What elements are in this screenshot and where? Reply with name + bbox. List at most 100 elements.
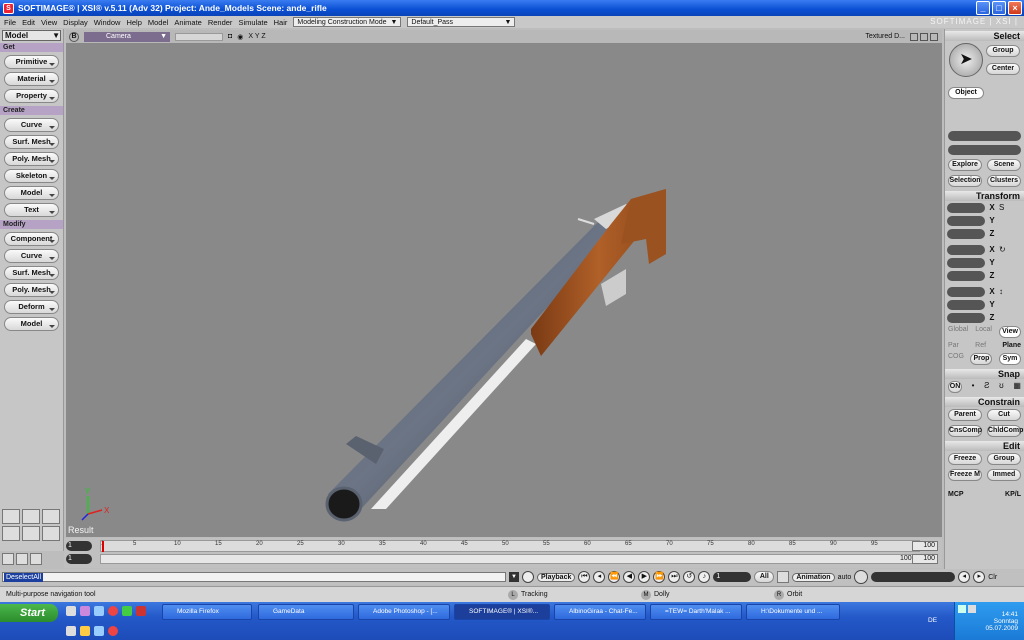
animation-label[interactable]: Animation xyxy=(792,572,835,582)
prop-toggle[interactable]: Prop xyxy=(970,353,993,365)
selection-button[interactable]: Selection xyxy=(948,175,982,187)
object-select-button[interactable]: Object xyxy=(948,87,984,99)
primitive-button[interactable]: Primitive xyxy=(4,55,59,69)
freeze-modeling-button[interactable]: Freeze M xyxy=(948,469,982,481)
immed-button[interactable]: Immed xyxy=(987,469,1021,481)
plane-toggle[interactable]: Plane xyxy=(1002,342,1021,349)
edit-group-button[interactable]: Group xyxy=(987,453,1021,465)
kpl-tab[interactable]: KP/L xyxy=(1005,491,1021,498)
menu-view[interactable]: View xyxy=(41,18,57,27)
layout-horizontal-icon[interactable] xyxy=(2,526,20,541)
play-icon[interactable]: ▶ xyxy=(638,571,651,583)
modify-model-button[interactable]: Model xyxy=(4,317,59,331)
quicklaunch-icon-3[interactable] xyxy=(94,606,104,616)
camera-icon[interactable]: ◘ xyxy=(228,33,232,40)
parent-button[interactable]: Parent xyxy=(948,409,982,421)
loop-icon[interactable]: ↺ xyxy=(683,571,696,583)
menu-edit[interactable]: Edit xyxy=(22,18,35,27)
taskbar-tew[interactable]: =TEW= Darth'Malak ... xyxy=(650,604,742,620)
next-keyframe-icon[interactable]: ▸ xyxy=(973,571,986,583)
command-line[interactable]: DeselectAll xyxy=(2,572,506,582)
global-toggle[interactable]: Global xyxy=(948,326,968,338)
animation-field[interactable] xyxy=(871,572,956,582)
selection-field-2[interactable] xyxy=(948,145,1021,155)
menu-window[interactable]: Window xyxy=(94,18,121,27)
view-letter[interactable]: B xyxy=(69,31,79,42)
rotate-z-field[interactable] xyxy=(947,270,985,281)
axis-toggles[interactable]: X Y Z xyxy=(248,33,265,40)
create-section-header[interactable]: Create xyxy=(0,106,63,115)
create-model-button[interactable]: Model xyxy=(4,186,59,200)
edit-header[interactable]: Edit xyxy=(945,441,1024,451)
property-button[interactable]: Property xyxy=(4,89,59,103)
transform-header[interactable]: Transform xyxy=(945,191,1024,201)
menu-render[interactable]: Render xyxy=(208,18,233,27)
modify-deform-button[interactable]: Deform xyxy=(4,300,59,314)
construction-mode-select[interactable]: Modeling Construction Mode ▼ xyxy=(293,17,402,27)
clear-button[interactable]: Clr xyxy=(988,574,997,581)
timeline-scrubber[interactable]: 1 5 10 15 20 25 30 35 40 45 50 55 60 65 … xyxy=(100,540,920,552)
ref-toggle[interactable]: Ref xyxy=(975,342,986,349)
maximize-button[interactable]: □ xyxy=(992,1,1006,15)
translate-icon[interactable]: ↕ xyxy=(999,287,1003,296)
center-select-button[interactable]: Center xyxy=(986,63,1020,75)
last-frame-icon[interactable]: ⏭ xyxy=(668,571,681,583)
playback-options-icon[interactable] xyxy=(522,571,534,583)
snap-on-toggle[interactable]: ON xyxy=(948,381,962,393)
selection-field-1[interactable] xyxy=(948,131,1021,141)
chldcomp-button[interactable]: ChldComp xyxy=(987,425,1023,437)
group-select-button[interactable]: Group xyxy=(986,45,1020,57)
quicklaunch-icon-9[interactable] xyxy=(94,626,104,636)
material-button[interactable]: Material xyxy=(4,72,59,86)
quicklaunch-icon-4[interactable] xyxy=(108,606,118,616)
get-section-header[interactable]: Get xyxy=(0,43,63,52)
snap-point-icon[interactable]: • xyxy=(972,381,975,393)
render-pass-select[interactable]: Default_Pass ▼ xyxy=(407,17,516,27)
fast-forward-icon[interactable]: ⏩ xyxy=(653,571,666,583)
menu-animate[interactable]: Animate xyxy=(174,18,202,27)
menu-model[interactable]: Model xyxy=(148,18,168,27)
taskbar-explorer[interactable]: H:\Dokumente und ... xyxy=(746,604,840,620)
language-indicator[interactable]: DE xyxy=(928,617,937,624)
script-dropdown-icon[interactable]: ▼ xyxy=(509,572,519,582)
quicklaunch-icon-5[interactable] xyxy=(122,606,132,616)
taskbar-softimage[interactable]: SOFTIMAGE® | XSI®... xyxy=(454,604,550,620)
quicklaunch-icon-8[interactable] xyxy=(80,626,90,636)
layout-single-icon[interactable] xyxy=(2,509,20,524)
current-frame-field[interactable]: 1 xyxy=(713,572,752,582)
auto-key-toggle[interactable]: auto xyxy=(838,574,852,581)
taskbar-photoshop[interactable]: Adobe Photoshop - [... xyxy=(358,604,450,620)
menu-display[interactable]: Display xyxy=(63,18,88,27)
snap-grid-icon[interactable]: ▦ xyxy=(1013,381,1021,393)
key-icon[interactable] xyxy=(777,571,790,583)
quicklaunch-icon-6[interactable] xyxy=(136,606,146,616)
scale-x-field[interactable] xyxy=(947,202,985,213)
modify-surf-mesh-button[interactable]: Surf. Mesh xyxy=(4,266,59,280)
shading-mode-label[interactable]: Textured D... xyxy=(865,33,905,40)
snap-curve-icon[interactable]: Ƨ xyxy=(984,381,989,393)
all-button[interactable]: All xyxy=(754,571,775,583)
playback-label[interactable]: Playback xyxy=(537,572,576,582)
snap-header[interactable]: Snap xyxy=(945,369,1024,379)
modify-component-button[interactable]: Component xyxy=(4,232,59,246)
scene-button[interactable]: Scene xyxy=(987,159,1021,171)
mcp-tab[interactable]: MCP xyxy=(948,491,964,498)
audio-icon[interactable]: ♪ xyxy=(698,571,711,583)
menu-simulate[interactable]: Simulate xyxy=(238,18,267,27)
eye-icon[interactable]: ◉ xyxy=(237,33,243,41)
explore-button[interactable]: Explore xyxy=(948,159,982,171)
translate-z-field[interactable] xyxy=(947,312,985,323)
constrain-header[interactable]: Constrain xyxy=(945,397,1024,407)
camera-select[interactable]: Camera ▼ xyxy=(84,31,170,42)
prev-key-icon[interactable]: ◂ xyxy=(593,571,606,583)
playhead-marker[interactable] xyxy=(102,541,104,552)
paint-icon[interactable] xyxy=(30,553,42,565)
prev-keyframe-icon[interactable]: ◂ xyxy=(958,571,971,583)
cog-toggle[interactable]: COG xyxy=(948,353,964,365)
create-text-button[interactable]: Text xyxy=(4,203,59,217)
modify-curve-button[interactable]: Curve xyxy=(4,249,59,263)
tray-volume-icon[interactable] xyxy=(968,605,976,613)
minimize-button[interactable]: _ xyxy=(976,1,990,15)
viewport-control-icons[interactable] xyxy=(910,32,942,41)
rotate-icon[interactable]: ↻ xyxy=(999,245,1006,254)
